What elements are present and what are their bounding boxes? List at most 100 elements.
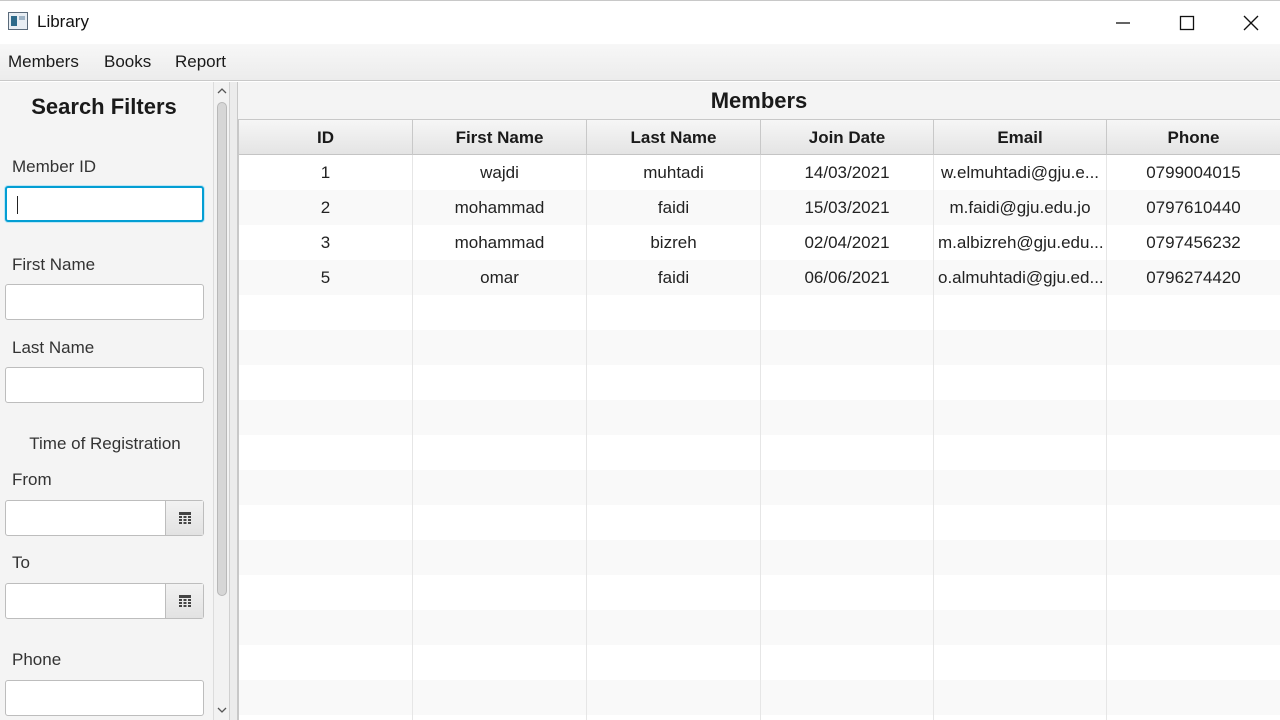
col-last-name-cell [587, 330, 761, 365]
col-phone-cell [1107, 540, 1280, 575]
col-id-cell: 5 [239, 260, 413, 295]
col-email-cell [934, 505, 1107, 540]
col-join-date-cell [761, 470, 934, 505]
first-name-label: First Name [12, 255, 96, 274]
col-phone-cell [1107, 295, 1280, 330]
col-id-cell [239, 330, 413, 365]
col-last-name-header[interactable]: Last Name [587, 120, 761, 155]
table-row [239, 400, 1280, 435]
col-phone-cell [1107, 645, 1280, 680]
col-last-name-cell [587, 505, 761, 540]
table-row [239, 575, 1280, 610]
table-row[interactable]: 2 mohammad faidi 15/03/2021 m.faidi@gju.edu.… [239, 190, 1280, 225]
col-first-name-cell [413, 365, 587, 400]
close-button[interactable] [1219, 1, 1280, 45]
scroll-up-icon[interactable] [216, 85, 228, 97]
sidebar-scrollbar[interactable] [213, 82, 229, 720]
col-email-header[interactable]: Email [934, 120, 1107, 155]
menu-members[interactable]: Members [8, 52, 79, 72]
col-id-cell: 2 [239, 190, 413, 225]
minimize-icon [1116, 22, 1130, 24]
calendar-icon [178, 595, 191, 607]
col-id-cell [239, 715, 413, 720]
col-last-name-cell [587, 610, 761, 645]
col-first-name-header[interactable]: First Name [413, 120, 587, 155]
search-filters-heading: Search Filters [31, 94, 177, 119]
member-id-input[interactable] [5, 186, 204, 222]
table-row [239, 365, 1280, 400]
scroll-down-icon[interactable] [216, 704, 228, 716]
col-phone-cell [1107, 610, 1280, 645]
col-email-cell: w.elmuhtadi@gju.e... [934, 155, 1107, 190]
col-first-name-cell [413, 610, 587, 645]
table-row [239, 295, 1280, 330]
col-join-date-cell [761, 540, 934, 575]
time-of-registration-label: Time of Registration [29, 434, 181, 453]
col-phone-cell [1107, 365, 1280, 400]
col-last-name-cell: faidi [587, 260, 761, 295]
from-label: From [12, 470, 52, 489]
col-first-name-cell [413, 330, 587, 365]
table-row[interactable]: 1 wajdi muhtadi 14/03/2021 w.elmuhtadi@gju.e… [239, 155, 1280, 190]
col-last-name-cell [587, 435, 761, 470]
col-email-cell [934, 680, 1107, 715]
col-last-name-cell [587, 400, 761, 435]
col-email-cell [934, 470, 1107, 505]
table-row [239, 680, 1280, 715]
col-email-cell [934, 645, 1107, 680]
split-pane-divider[interactable] [229, 82, 238, 720]
col-email-cell [934, 435, 1107, 470]
col-first-name-cell [413, 400, 587, 435]
to-calendar-button[interactable] [165, 584, 203, 618]
scrollbar-thumb[interactable] [217, 102, 227, 596]
col-id-cell [239, 470, 413, 505]
col-phone-cell [1107, 330, 1280, 365]
col-email-cell [934, 365, 1107, 400]
col-email-cell [934, 610, 1107, 645]
minimize-button[interactable] [1091, 1, 1155, 45]
col-join-date-cell: 15/03/2021 [761, 190, 934, 225]
col-id-cell [239, 400, 413, 435]
col-phone-cell: 0797610440 [1107, 190, 1280, 225]
col-id-cell [239, 365, 413, 400]
from-date-picker[interactable] [5, 500, 204, 536]
library-app-icon [8, 12, 28, 30]
col-first-name-cell [413, 295, 587, 330]
menu-books[interactable]: Books [104, 52, 151, 72]
col-phone-cell: 0797456232 [1107, 225, 1280, 260]
col-id-cell [239, 505, 413, 540]
col-first-name-cell: wajdi [413, 155, 587, 190]
last-name-input[interactable] [5, 367, 204, 403]
search-filters-panel: Search Filters Member ID First Name Last… [0, 82, 213, 720]
to-date-picker[interactable] [5, 583, 204, 619]
close-icon [1243, 15, 1259, 31]
from-calendar-button[interactable] [165, 501, 203, 535]
col-first-name-cell: omar [413, 260, 587, 295]
col-join-date-cell: 02/04/2021 [761, 225, 934, 260]
col-join-date-header[interactable]: Join Date [761, 120, 934, 155]
col-phone-cell [1107, 435, 1280, 470]
maximize-button[interactable] [1155, 1, 1219, 45]
col-id-cell [239, 575, 413, 610]
col-email-cell [934, 330, 1107, 365]
col-phone-header[interactable]: Phone [1107, 120, 1280, 155]
members-table[interactable]: ID First Name Last Name Join Date Email Phone… [238, 119, 1280, 720]
table-row[interactable]: 5 omar faidi 06/06/2021 o.almuhtadi@gju.ed..… [239, 260, 1280, 295]
table-row[interactable]: 3 mohammad bizreh 02/04/2021 m.albizreh@gju.… [239, 225, 1280, 260]
col-email-cell: o.almuhtadi@gju.ed... [934, 260, 1107, 295]
first-name-input[interactable] [5, 284, 204, 320]
col-last-name-cell [587, 365, 761, 400]
col-email-cell [934, 295, 1107, 330]
table-header: ID First Name Last Name Join Date Email Phone [239, 120, 1280, 155]
col-id-header[interactable]: ID [239, 120, 413, 155]
table-row [239, 435, 1280, 470]
col-join-date-cell [761, 505, 934, 540]
col-email-cell [934, 715, 1107, 720]
col-first-name-cell [413, 680, 587, 715]
col-id-cell [239, 610, 413, 645]
col-phone-cell [1107, 400, 1280, 435]
col-join-date-cell [761, 295, 934, 330]
menu-report[interactable]: Report [175, 52, 226, 72]
phone-input[interactable] [5, 680, 204, 716]
table-row [239, 610, 1280, 645]
